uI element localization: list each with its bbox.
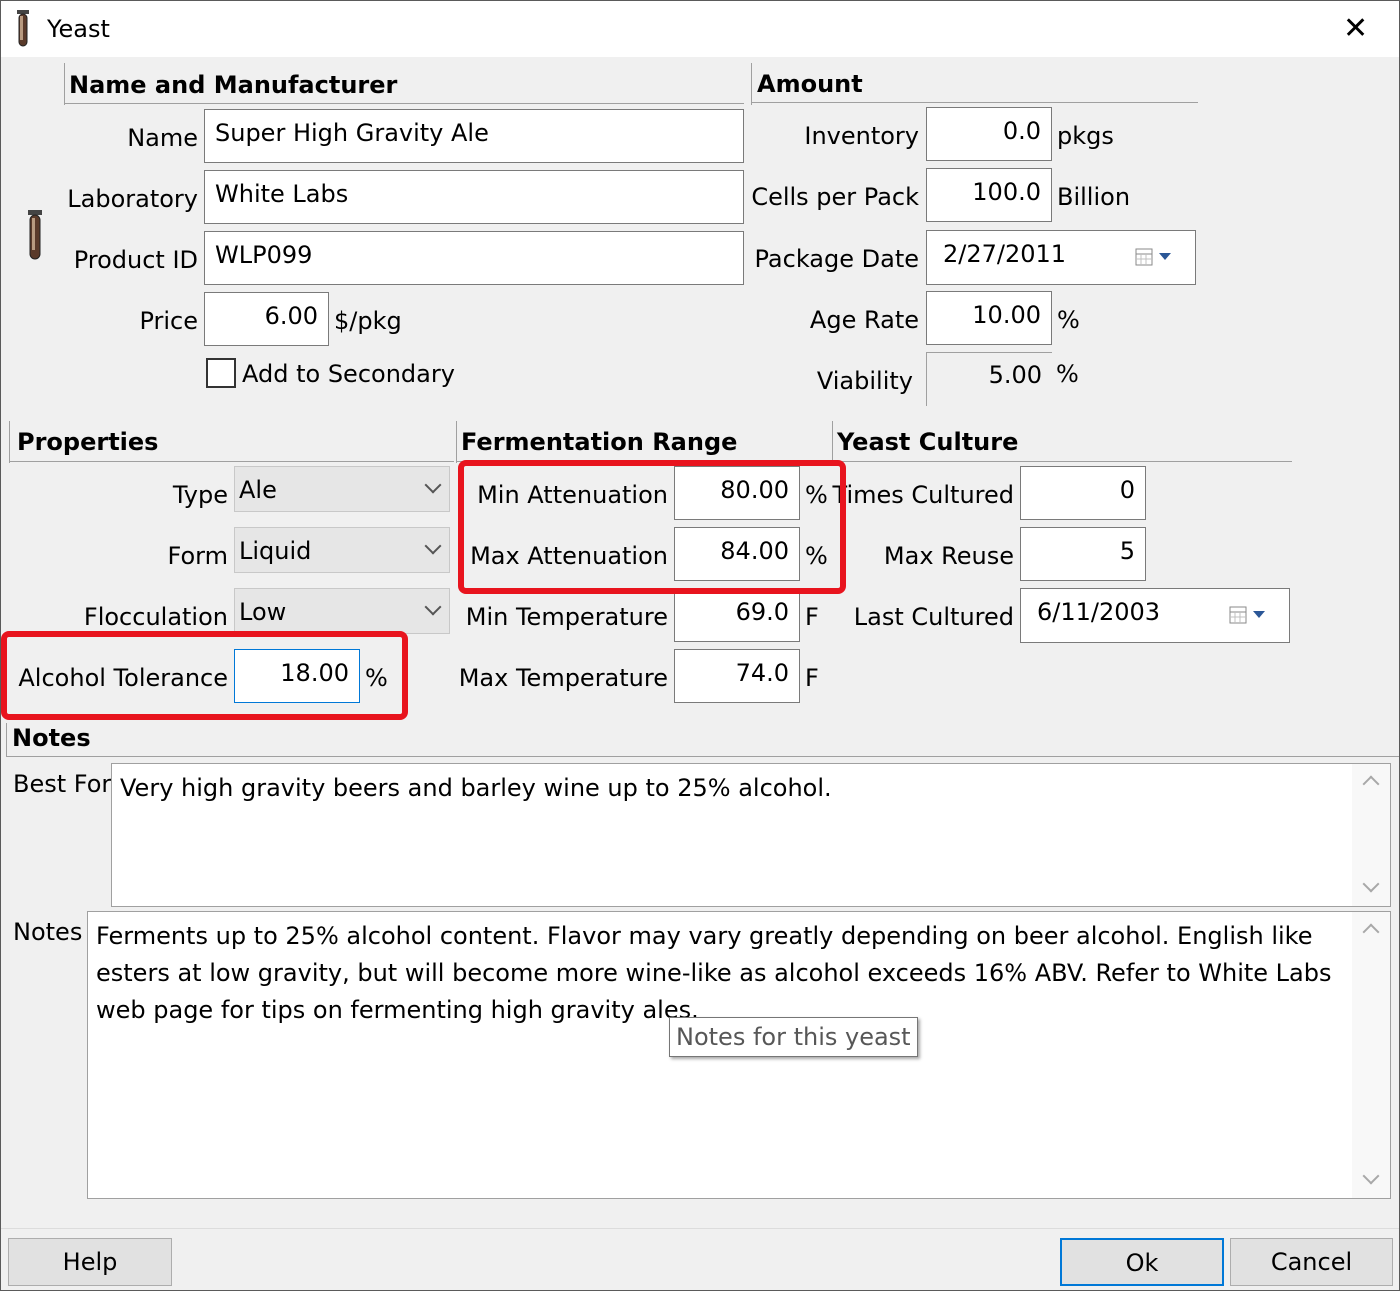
footer-separator xyxy=(1,1228,1399,1229)
scroll-up-icon[interactable] xyxy=(1362,775,1380,793)
help-button[interactable]: Help xyxy=(8,1238,172,1286)
max-temperature-label: Max Temperature xyxy=(458,664,668,692)
min-temperature-unit: F xyxy=(805,603,819,631)
yeast-dialog: Yeast ✕ Name and Manufacturer Name Super… xyxy=(0,0,1400,1291)
product-id-input[interactable]: WLP099 xyxy=(204,231,744,285)
max-reuse-label: Max Reuse xyxy=(883,542,1014,570)
section-rule xyxy=(751,102,1198,103)
window-title: Yeast xyxy=(47,15,110,43)
close-icon[interactable]: ✕ xyxy=(1343,12,1368,46)
max-reuse-input[interactable]: 5 xyxy=(1020,527,1146,581)
last-cultured-value: 6/11/2003 xyxy=(1037,598,1161,626)
section-rule xyxy=(64,63,65,105)
name-manufacturer-header: Name and Manufacturer xyxy=(69,71,398,99)
type-select[interactable]: Ale xyxy=(234,466,450,512)
section-rule xyxy=(9,421,10,463)
min-temperature-input[interactable]: 69.0 xyxy=(674,588,800,642)
viability-unit: % xyxy=(1056,360,1079,388)
section-rule xyxy=(6,756,1399,757)
laboratory-label: Laboratory xyxy=(67,185,198,213)
name-label: Name xyxy=(127,124,198,152)
type-label: Type xyxy=(172,481,228,509)
calendar-dropdown-icon[interactable] xyxy=(1229,605,1269,625)
chevron-down-icon xyxy=(424,476,442,494)
ok-button[interactable]: Ok xyxy=(1060,1238,1224,1286)
package-date-value: 2/27/2011 xyxy=(943,240,1067,268)
alcohol-tolerance-highlight-box xyxy=(1,631,408,720)
calendar-dropdown-icon[interactable] xyxy=(1135,247,1175,267)
inventory-label: Inventory xyxy=(804,122,919,150)
best-for-label: Best For xyxy=(13,770,112,798)
notes-text-line: Ferments up to 25% alcohol content. Flav… xyxy=(96,922,1313,950)
cells-per-pack-input[interactable]: 100.0 xyxy=(926,168,1052,222)
type-value: Ale xyxy=(239,476,277,504)
section-rule xyxy=(9,461,454,462)
form-value: Liquid xyxy=(239,537,312,565)
attenuation-highlight-box xyxy=(458,460,846,594)
inventory-unit: pkgs xyxy=(1057,122,1114,150)
notes-tooltip: Notes for this yeast xyxy=(669,1017,918,1057)
form-select[interactable]: Liquid xyxy=(234,527,450,573)
amount-header: Amount xyxy=(757,70,863,98)
cells-per-pack-label: Cells per Pack xyxy=(751,183,919,211)
section-rule xyxy=(751,63,752,105)
last-cultured-label: Last Cultured xyxy=(853,603,1014,631)
max-temperature-input[interactable]: 74.0 xyxy=(674,649,800,703)
price-unit: $/pkg xyxy=(334,307,402,335)
yeast-vial-icon xyxy=(17,10,29,47)
package-date-label: Package Date xyxy=(754,245,919,273)
chevron-down-icon xyxy=(424,537,442,555)
last-cultured-picker[interactable]: 6/11/2003 xyxy=(1020,588,1290,643)
flocculation-value: Low xyxy=(239,598,287,626)
flocculation-select[interactable]: Low xyxy=(234,588,450,634)
age-rate-unit: % xyxy=(1057,306,1080,334)
scroll-up-icon[interactable] xyxy=(1362,923,1380,941)
age-rate-label: Age Rate xyxy=(809,306,919,334)
scroll-down-icon[interactable] xyxy=(1362,875,1380,893)
viability-label: Viability xyxy=(816,367,913,395)
min-temperature-label: Min Temperature xyxy=(465,603,668,631)
section-rule xyxy=(456,421,457,463)
chevron-down-icon xyxy=(424,598,442,616)
section-rule xyxy=(832,421,833,463)
price-label: Price xyxy=(139,307,198,335)
times-cultured-label: Times Cultured xyxy=(832,481,1014,509)
add-to-secondary-label[interactable]: Add to Secondary xyxy=(242,359,455,389)
best-for-scrollbar[interactable] xyxy=(1352,764,1390,906)
times-cultured-input[interactable]: 0 xyxy=(1020,466,1146,520)
laboratory-input[interactable]: White Labs xyxy=(204,170,744,224)
best-for-textarea[interactable]: Very high gravity beers and barley wine … xyxy=(111,763,1391,907)
age-rate-input[interactable]: 10.00 xyxy=(926,291,1052,345)
best-for-text: Very high gravity beers and barley wine … xyxy=(120,774,832,802)
title-bar: Yeast ✕ xyxy=(1,1,1399,57)
notes-header: Notes xyxy=(12,724,91,752)
properties-header: Properties xyxy=(17,428,159,456)
scroll-down-icon[interactable] xyxy=(1362,1167,1380,1185)
yeast-culture-header: Yeast Culture xyxy=(837,428,1019,456)
viability-readonly-field: 5.00 xyxy=(926,352,1052,406)
form-label: Form xyxy=(167,542,228,570)
cells-unit: Billion xyxy=(1057,183,1131,211)
section-rule xyxy=(64,103,744,104)
cancel-button[interactable]: Cancel xyxy=(1230,1238,1393,1286)
section-rule xyxy=(832,461,1292,462)
name-input[interactable]: Super High Gravity Ale xyxy=(204,109,744,163)
add-to-secondary-checkbox[interactable] xyxy=(206,358,236,388)
section-rule xyxy=(6,723,7,757)
package-date-picker[interactable]: 2/27/2011 xyxy=(926,230,1196,285)
flocculation-label: Flocculation xyxy=(83,603,228,631)
notes-text-line: esters at low gravity, but will become m… xyxy=(96,959,1332,987)
price-input[interactable]: 6.00 xyxy=(204,292,329,346)
inventory-input[interactable]: 0.0 xyxy=(926,107,1052,161)
notes-scrollbar[interactable] xyxy=(1352,912,1390,1198)
fermentation-range-header: Fermentation Range xyxy=(461,428,738,456)
product-id-label: Product ID xyxy=(73,246,198,274)
max-temperature-unit: F xyxy=(805,664,819,692)
notes-label: Notes xyxy=(13,918,83,946)
